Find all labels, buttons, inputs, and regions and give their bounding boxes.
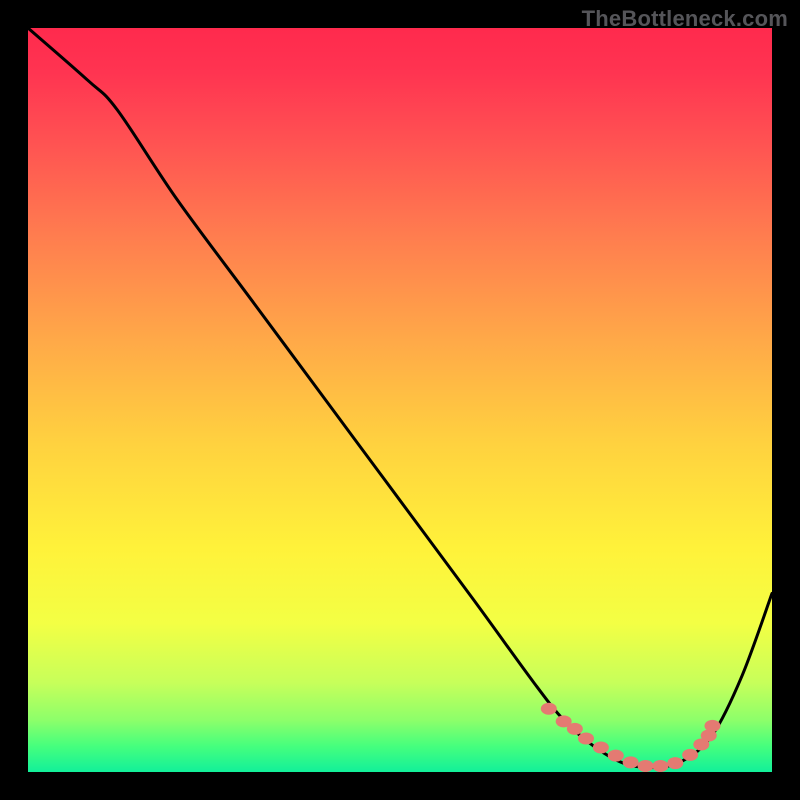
- flat-zone-dot: [541, 703, 557, 715]
- watermark-text: TheBottleneck.com: [582, 6, 788, 32]
- flat-zone-dot: [667, 757, 683, 769]
- flat-zone-dot: [652, 760, 668, 772]
- flat-zone-dot: [704, 720, 720, 732]
- chart-svg: [28, 28, 772, 772]
- flat-zone-dot: [593, 741, 609, 753]
- flat-zone-dot: [682, 749, 698, 761]
- gradient-background: [28, 28, 772, 772]
- flat-zone-dot: [638, 760, 654, 772]
- flat-zone-dot: [567, 723, 583, 735]
- plot-area: [28, 28, 772, 772]
- flat-zone-dot: [623, 756, 639, 768]
- flat-zone-dot: [578, 733, 594, 745]
- flat-zone-dot: [608, 750, 624, 762]
- chart-frame: TheBottleneck.com: [0, 0, 800, 800]
